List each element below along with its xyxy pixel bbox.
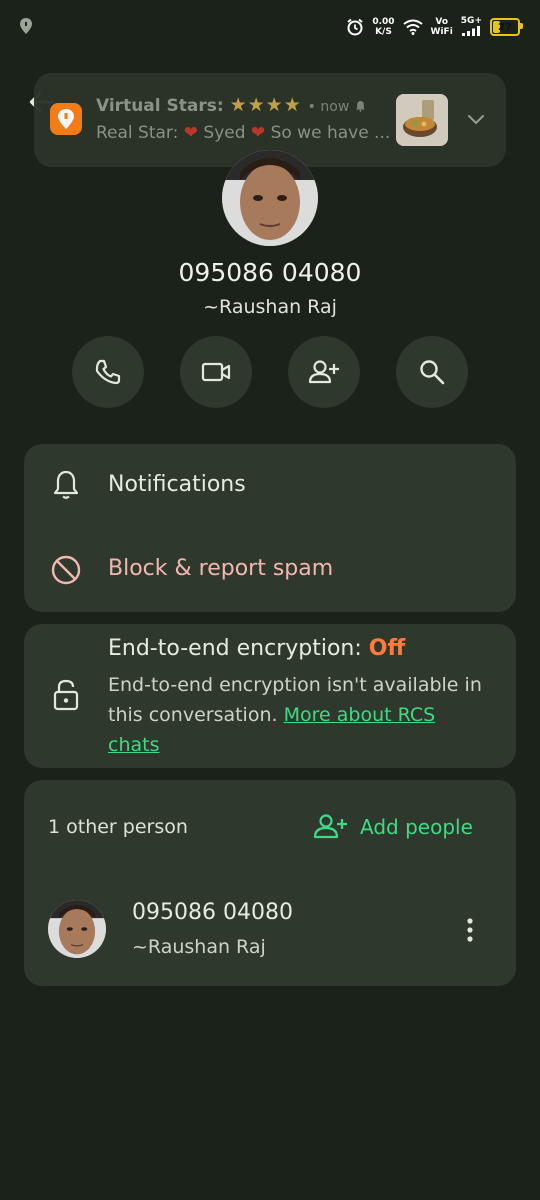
notification-title-text: Virtual Stars: — [96, 96, 224, 116]
search-button[interactable] — [396, 336, 468, 408]
chevron-down-icon[interactable] — [466, 109, 486, 129]
contact-avatar — [222, 150, 318, 246]
status-bar: 0.00 K/S Vo WiFi 5G+ 27 — [0, 0, 540, 52]
heart-icon: ❤ — [183, 123, 198, 143]
cellular-indicator: 5G+ — [461, 16, 482, 39]
notification-time: now — [320, 99, 350, 115]
notification-body-suffix: So we have ... — [265, 123, 391, 143]
vowifi-bottom: WiFi — [430, 27, 453, 37]
notification-body: Real Star: ❤ Syed ❤ So we have ... — [96, 123, 390, 143]
video-call-button[interactable] — [180, 336, 252, 408]
search-icon — [420, 360, 445, 385]
settings-card: Notifications Block & report spam — [24, 444, 516, 612]
heart-icon: ❤ — [250, 123, 266, 143]
swiggy-icon — [50, 103, 82, 135]
status-icons: 0.00 K/S Vo WiFi 5G+ 27 — [346, 14, 523, 40]
star-rating: ★★★★ — [229, 94, 302, 116]
encryption-title-text: End-to-end encryption: — [108, 636, 369, 661]
member-name: ~Raushan Raj — [132, 936, 266, 958]
vowifi-top: Vo — [435, 17, 448, 27]
notifications-label: Notifications — [108, 472, 246, 497]
phone-icon — [95, 359, 121, 385]
notification-food-image — [396, 94, 448, 146]
block-report-row[interactable]: Block & report spam — [24, 528, 516, 612]
more-vert-icon[interactable] — [458, 916, 482, 944]
bell-small-icon — [356, 101, 366, 112]
block-icon — [51, 555, 81, 585]
speed-value: 0.00 — [372, 17, 395, 27]
signal-icon — [462, 25, 481, 36]
add-contact-button[interactable] — [288, 336, 360, 408]
call-button[interactable] — [72, 336, 144, 408]
notification-body-name: Syed — [198, 123, 251, 143]
encryption-status: Off — [368, 636, 406, 661]
bell-icon — [53, 470, 79, 499]
contact-name: ~Raushan Raj — [203, 296, 337, 318]
notification-time-wrap: • now — [307, 99, 350, 115]
quick-actions — [72, 336, 468, 408]
speed-unit: K/S — [375, 27, 392, 37]
notifications-row[interactable]: Notifications — [24, 444, 516, 528]
member-avatar — [48, 900, 106, 958]
wifi-icon — [402, 19, 423, 35]
battery-icon: 27 — [490, 18, 523, 36]
add-people-button[interactable]: Add people — [312, 812, 473, 842]
video-call-icon — [201, 362, 231, 382]
lock-open-icon — [53, 679, 79, 711]
encryption-card: End-to-end encryption: Off End-to-end en… — [24, 624, 516, 768]
network-speed: 0.00 K/S — [372, 17, 394, 37]
member-phone: 095086 04080 — [132, 900, 293, 925]
alarm-icon — [347, 18, 363, 36]
add-person-icon — [313, 814, 347, 839]
network-type: 5G+ — [460, 15, 482, 26]
participant-count: 1 other person — [48, 816, 188, 838]
add-people-label: Add people — [360, 815, 473, 839]
vowifi-indicator: Vo WiFi — [431, 17, 453, 37]
notification-body-prefix: Real Star: — [96, 123, 184, 143]
contact-phone: 095086 04080 — [178, 258, 362, 287]
encryption-description: End-to-end encryption isn't available in… — [108, 670, 488, 760]
battery-level: 27 — [498, 21, 512, 33]
people-card: 1 other person Add people 095086 04080 ~… — [24, 780, 516, 986]
swiggy-notification-icon — [20, 18, 32, 34]
notification-title: Virtual Stars: ★★★★ • now — [96, 94, 366, 116]
encryption-title: End-to-end encryption: Off — [108, 636, 405, 661]
add-contact-icon — [308, 360, 339, 384]
block-report-label: Block & report spam — [108, 556, 334, 581]
